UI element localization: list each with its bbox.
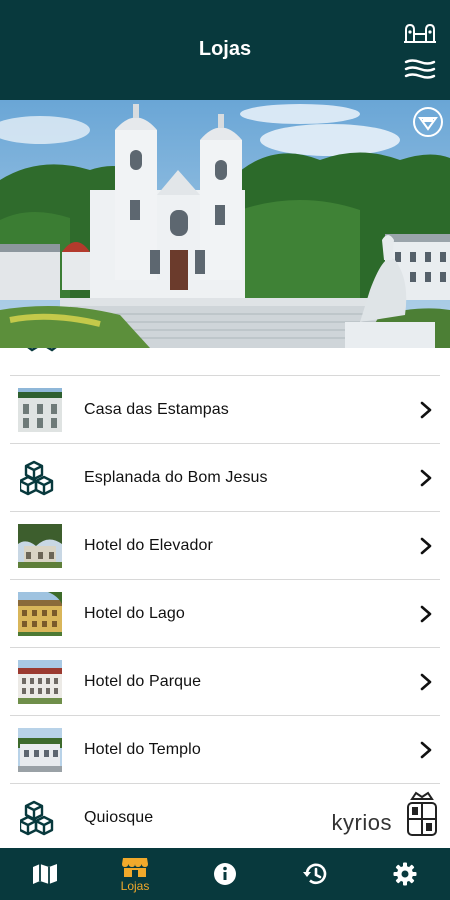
store-thumbnail [18, 523, 62, 568]
stores-list: Casa das Estampas Esplanada do Bom Jesus [0, 348, 450, 848]
list-item-esplanada-do-bom-jesus[interactable]: Esplanada do Bom Jesus [10, 444, 440, 512]
store-thumbnail [18, 659, 62, 704]
history-icon [303, 863, 327, 885]
nav-item-settings[interactable] [360, 848, 450, 900]
nav-label-lojas: Lojas [120, 878, 150, 893]
map-icon [33, 864, 57, 884]
bottom-nav: Lojas [0, 848, 450, 900]
list-item-label: Hotel do Parque [84, 672, 202, 690]
bom-jesus-logo-icon[interactable] [402, 20, 438, 46]
info-icon [214, 863, 236, 885]
nav-item-history[interactable] [270, 848, 360, 900]
list-item-hotel-do-elevador[interactable]: Hotel do Elevador [10, 512, 440, 580]
list-item-partial[interactable] [10, 348, 440, 376]
unesco-heritage-icon [412, 106, 444, 138]
chevron-right-icon [414, 534, 438, 558]
nav-item-map[interactable] [0, 848, 90, 900]
store-thumbnail [18, 387, 62, 432]
confraria-crest-icon [402, 789, 442, 844]
store-thumbnail [18, 727, 62, 772]
app-header: Lojas [0, 0, 450, 100]
nav-item-info[interactable] [180, 848, 270, 900]
store-icon [122, 857, 148, 877]
list-item-label: Hotel do Lago [84, 604, 185, 622]
menu-waves-icon[interactable] [402, 56, 438, 82]
page-title: Lojas [198, 38, 252, 60]
list-item-hotel-do-lago[interactable]: Hotel do Lago [10, 580, 440, 648]
chevron-right-icon [414, 602, 438, 626]
chevron-right-icon [414, 738, 438, 762]
chevron-right-icon [414, 670, 438, 694]
hero-image [0, 100, 450, 348]
company-logo-text: kyrios [331, 810, 392, 835]
nav-item-lojas[interactable]: Lojas [90, 848, 180, 900]
list-item-label: Hotel do Templo [84, 740, 201, 758]
chevron-right-icon [414, 466, 438, 490]
list-item-hotel-do-parque[interactable]: Hotel do Parque [10, 648, 440, 716]
settings-icon [393, 862, 417, 886]
branding: kyrios [331, 791, 442, 844]
boxes-icon [18, 456, 62, 500]
list-item-label: Esplanada do Bom Jesus [84, 468, 268, 486]
list-item-label: Casa das Estampas [84, 400, 229, 418]
list-item-label: Hotel do Elevador [84, 536, 213, 554]
store-thumbnail [18, 591, 62, 636]
list-item-casa-das-estampas[interactable]: Casa das Estampas [10, 376, 440, 444]
boxes-icon [18, 796, 62, 840]
chevron-right-icon [414, 398, 438, 422]
list-item-hotel-do-templo[interactable]: Hotel do Templo [10, 716, 440, 784]
